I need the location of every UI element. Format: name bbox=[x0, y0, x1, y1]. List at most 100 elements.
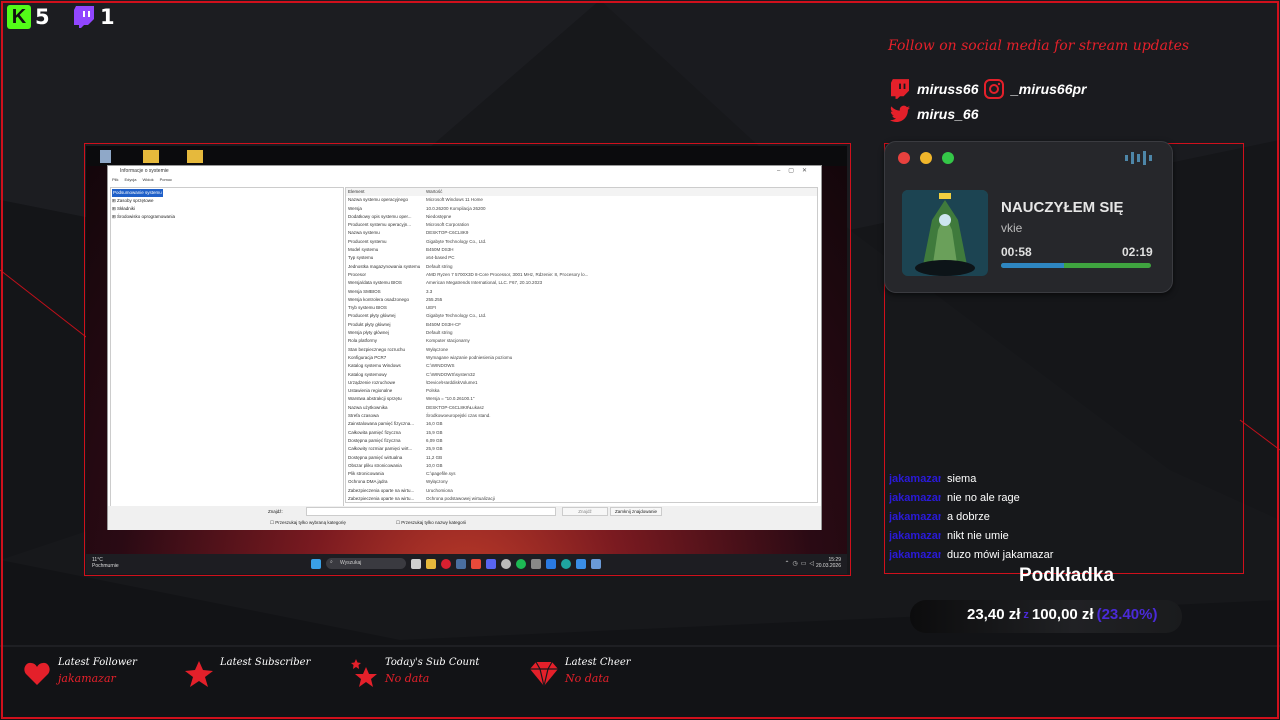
find-button[interactable]: Znajdź bbox=[562, 507, 608, 516]
clock[interactable]: 15:29 20.03.2026 bbox=[816, 557, 841, 569]
table-row[interactable]: Stan bezpiecznego rozruchu Wyłączone bbox=[346, 346, 817, 354]
table-row[interactable]: Ustawienia regionalne Polska bbox=[346, 387, 817, 395]
chat-username[interactable]: jakamazar bbox=[889, 530, 941, 542]
steam-icon[interactable] bbox=[456, 558, 466, 569]
instagram-icon bbox=[984, 79, 1004, 99]
start-icon[interactable] bbox=[311, 558, 321, 569]
table-row[interactable]: Zainstalowana pamięć fizyczna... 16,0 GB bbox=[346, 420, 817, 428]
chat-username[interactable]: jakamazar bbox=[889, 549, 941, 561]
table-row[interactable]: Katalog systemu Windows C:\WINDOWS bbox=[346, 362, 817, 370]
table-row[interactable]: Procesor AMD Ryzen 7 5700X3D 8-Core Proce… bbox=[346, 271, 817, 279]
table-row[interactable]: Wersja 10.0.26200 Kompilacja 26200 bbox=[346, 205, 817, 213]
edge-icon[interactable] bbox=[561, 558, 571, 569]
close-find-button[interactable]: Zamknij znajdowanie bbox=[610, 507, 662, 516]
table-cell-value: C:\WINDOWS\system32 bbox=[426, 371, 476, 377]
table-row[interactable]: Wersja/data systemu BIOS American Megatre… bbox=[346, 279, 817, 287]
menu-file[interactable]: Plik bbox=[112, 177, 118, 184]
search-names-checkbox[interactable]: ☐ Przeszukaj tylko nazwy kategorii bbox=[396, 520, 466, 526]
column-value[interactable]: Wartość bbox=[426, 188, 616, 196]
app-icon[interactable] bbox=[471, 558, 481, 569]
explorer-icon[interactable] bbox=[426, 558, 436, 569]
social-twitch[interactable]: miruss66 bbox=[890, 79, 978, 99]
chat-text: duzo mówi jakamazar bbox=[947, 549, 1054, 561]
tree-item-summary[interactable]: Podsumowanie systemu bbox=[112, 189, 163, 197]
app-icon[interactable] bbox=[546, 558, 556, 569]
table-cell-element: Urządzenie rozruchowe bbox=[348, 379, 396, 385]
table-row[interactable]: Zabezpieczenia oparte na wirtu... Ochrona… bbox=[346, 495, 817, 502]
chat-username[interactable]: jakamazar bbox=[889, 511, 941, 523]
chat-username[interactable]: jakamazar bbox=[889, 473, 941, 485]
table-row[interactable]: Producent systemu Gigabyte Technology Co.… bbox=[346, 238, 817, 246]
opera-icon[interactable] bbox=[441, 558, 451, 569]
table-row[interactable]: Warstwa abstrakcji sprzętu Wersja = "10.0… bbox=[346, 395, 817, 403]
menu-view[interactable]: Widok bbox=[142, 177, 153, 184]
window-controls[interactable]: –▢✕ bbox=[777, 167, 815, 174]
tree-item-components[interactable]: ⊞ Składniki bbox=[112, 205, 342, 213]
table-row[interactable]: Całkowity rozmiar pamięci wirt... 25,9 GB bbox=[346, 445, 817, 453]
table-row[interactable]: Produkt płyty głównej B450M DS3H-CF bbox=[346, 321, 817, 329]
weather-widget[interactable]: 11°C Pochmurnie bbox=[92, 557, 119, 569]
table-row[interactable]: Producent systemu operacyjn... Microsoft … bbox=[346, 221, 817, 229]
table-row[interactable]: Rola platformy Komputer stacjonarny bbox=[346, 337, 817, 345]
table-row[interactable]: Wersja SMBIOS 3.3 bbox=[346, 288, 817, 296]
table-row[interactable]: Plik stronicowania C:\pagefile.sys bbox=[346, 470, 817, 478]
folder-icon[interactable] bbox=[143, 150, 159, 163]
alert-latest-cheer: Latest Cheer No data bbox=[529, 657, 631, 689]
social-twitter[interactable]: mirus_66 bbox=[890, 104, 978, 124]
tree-item-hardware[interactable]: ⊞ Zasoby sprzętowe bbox=[112, 197, 342, 205]
alert-value: No data bbox=[385, 672, 430, 685]
taskbar-search[interactable]: ⌕ Wyszukaj bbox=[326, 558, 406, 569]
table-row[interactable]: Tryb systemu BIOS UEFI bbox=[346, 304, 817, 312]
table-cell-element: Model systemu bbox=[348, 247, 379, 253]
table-row[interactable]: Całkowita pamięć fizyczna 15,9 GB bbox=[346, 429, 817, 437]
table-row[interactable]: Wersja płyty głównej Default string bbox=[346, 329, 817, 337]
recycle-bin-icon[interactable] bbox=[100, 150, 111, 163]
alert-latest-follower: Latest Follower jakamazar bbox=[22, 657, 137, 689]
table-row[interactable]: Typ systemu x64-based PC bbox=[346, 254, 817, 262]
column-element[interactable]: Element bbox=[346, 188, 426, 196]
table-cell-value: 25,9 GB bbox=[426, 446, 443, 452]
goal-separator: z bbox=[1023, 609, 1029, 621]
chat-username[interactable]: jakamazar bbox=[889, 492, 941, 504]
table-row[interactable]: Dostępna pamięć fizyczna 6,09 GB bbox=[346, 437, 817, 445]
search-selected-checkbox[interactable]: ☐ Przeszukaj tylko wybraną kategorię bbox=[270, 520, 346, 526]
table-row[interactable]: Nazwa systemu operacyjnego Microsoft Wind… bbox=[346, 196, 817, 204]
discord-icon[interactable] bbox=[486, 558, 496, 569]
app-icon[interactable] bbox=[576, 558, 586, 569]
table-row[interactable]: Nazwa systemu DESKTOP-C6CL8K9 bbox=[346, 229, 817, 237]
menu-edit[interactable]: Edycja bbox=[124, 177, 136, 184]
tree-item-software[interactable]: ⊞ Środowisko oprogramowania bbox=[112, 213, 342, 221]
table-row[interactable]: Jednostka magazynowania systemu Default s… bbox=[346, 263, 817, 271]
close-dot[interactable] bbox=[898, 152, 910, 164]
table-row[interactable]: Nazwa użytkownika DESKTOP-C6CL8K9\Łukasz bbox=[346, 404, 817, 412]
table-row[interactable]: Obszar pliku stronicowania 10,0 GB bbox=[346, 462, 817, 470]
app-icon[interactable] bbox=[531, 558, 541, 569]
table-cell-element: Produkt płyty głównej bbox=[348, 321, 391, 327]
spotify-icon[interactable] bbox=[516, 558, 526, 569]
system-info-task-icon[interactable] bbox=[591, 558, 601, 569]
task-view-icon[interactable] bbox=[411, 558, 421, 569]
table-row[interactable]: Dodatkowy opis systemu oper... Niedostępn… bbox=[346, 213, 817, 221]
menu-help[interactable]: Pomoc bbox=[160, 177, 172, 184]
table-row[interactable]: Model systemu B450M DS3H bbox=[346, 246, 817, 254]
table-row[interactable]: Katalog systemowy C:\WINDOWS\system32 bbox=[346, 371, 817, 379]
table-row[interactable]: Wersja kontrolera osadzonego 255.255 bbox=[346, 296, 817, 304]
table-cell-element: Nazwa systemu operacyjnego bbox=[348, 197, 409, 203]
folder-icon[interactable] bbox=[187, 150, 203, 163]
table-row[interactable]: Zabezpieczenia oparte na wirtu... Uruchom… bbox=[346, 487, 817, 495]
table-row[interactable]: Konfiguracja PCR7 Wymagane wiązanie podni… bbox=[346, 354, 817, 362]
table-cell-element: Procesor bbox=[348, 271, 367, 277]
table-row[interactable]: Producent płyty głównej Gigabyte Technolo… bbox=[346, 312, 817, 320]
system-tray[interactable]: ⌃◷▭◁ bbox=[784, 560, 817, 567]
table-row[interactable]: Ochrona DMA jądra Wyłączony bbox=[346, 478, 817, 486]
social-instagram[interactable]: _mirus66pr bbox=[984, 79, 1086, 99]
obs-icon[interactable] bbox=[501, 558, 511, 569]
progress-bar[interactable] bbox=[1001, 263, 1151, 268]
minimize-dot[interactable] bbox=[920, 152, 932, 164]
find-input[interactable] bbox=[306, 507, 556, 516]
table-row[interactable]: Dostępna pamięć wirtualna 11,2 GB bbox=[346, 454, 817, 462]
maximize-dot[interactable] bbox=[942, 152, 954, 164]
table-row[interactable]: Urządzenie rozruchowe \Device\HarddiskVol… bbox=[346, 379, 817, 387]
table-cell-value: UEFI bbox=[426, 305, 437, 311]
table-row[interactable]: Strefa czasowa Środkowoeuropejski czas st… bbox=[346, 412, 817, 420]
